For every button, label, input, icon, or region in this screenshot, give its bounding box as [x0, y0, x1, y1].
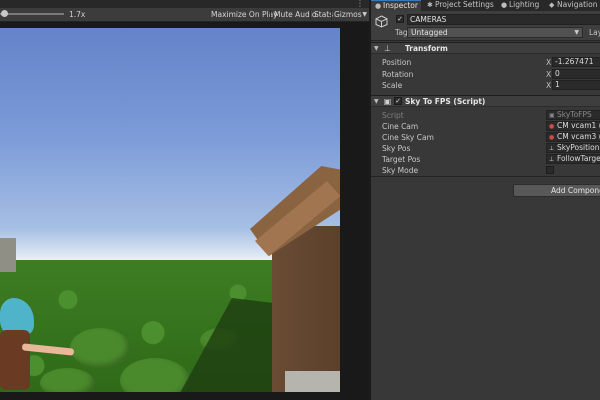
tag-dropdown[interactable]: Untagged ▼ [407, 27, 583, 38]
game-viewport[interactable] [0, 28, 340, 392]
sky-pos-label: Sky Pos [382, 144, 411, 153]
tag-label: Tag [395, 28, 408, 37]
game-view-tab-strip: ⋮ [0, 0, 369, 8]
sky-pos-row: Sky Pos ⊥SkyPosition (Tr [371, 143, 600, 154]
transform-icon: ⊥ [384, 44, 391, 53]
transform-icon: ⊥ [549, 145, 555, 152]
rotation-label: Rotation [382, 70, 414, 79]
hut-wall [272, 226, 340, 392]
cine-cam-field[interactable]: ●CM vcam1 (Cin [546, 121, 600, 131]
transform-header[interactable]: ▼ ⊥ Transform [371, 42, 600, 54]
tag-value: Untagged [411, 28, 448, 37]
cube-icon [375, 15, 388, 28]
layer-label: Layer [589, 28, 600, 37]
sky-mode-checkbox[interactable] [546, 166, 554, 174]
player-character [0, 298, 80, 392]
position-row: Position X -1.267471 [371, 57, 600, 68]
sky-mode-label: Sky Mode [382, 166, 419, 175]
script-reference-field: ▣ SkyToFPS [546, 110, 600, 120]
axis-x-label[interactable]: X [546, 58, 551, 67]
target-pos-label: Target Pos [382, 155, 421, 164]
game-object-header: ✓ CAMERAS Tag Untagged ▼ Layer [371, 11, 600, 41]
character-body [0, 330, 30, 390]
game-view-toolbar: 1.7x Maximize On Play Mute Audio Stats G… [0, 8, 369, 22]
script-component-title: Sky To FPS (Script) [405, 97, 486, 106]
cine-cam-row: Cine Cam ●CM vcam1 (Cin [371, 121, 600, 132]
tab-navigation[interactable]: ◆ Navigation [545, 0, 600, 11]
script-icon: ▣ [383, 97, 392, 106]
scale-value: 1.7x [69, 10, 86, 19]
position-label: Position [382, 58, 412, 67]
script-field-row: Script ▣ SkyToFPS [371, 110, 600, 121]
scale-label: Scale [382, 81, 403, 90]
component-divider [371, 176, 600, 177]
cine-sky-cam-label: Cine Sky Cam [382, 133, 434, 142]
tab-lighting[interactable]: ● Lighting [497, 0, 543, 11]
tab-label: Project Settings [435, 0, 494, 9]
rotation-row: Rotation X 0 [371, 69, 600, 80]
script-file-icon: ▣ [549, 112, 555, 119]
component-enabled-checkbox[interactable]: ✓ [394, 97, 402, 105]
camera-object-icon: ● [549, 134, 555, 141]
object-name-field[interactable]: CAMERAS [407, 14, 600, 25]
sky-pos-field[interactable]: ⊥SkyPosition (Tr [546, 143, 600, 153]
cine-sky-cam-field[interactable]: ●CM vcam3 (Cin [546, 132, 600, 142]
compass-icon: ◆ [549, 1, 555, 9]
scale-slider-knob[interactable] [1, 10, 8, 17]
rotation-x-field[interactable]: 0 [552, 69, 600, 79]
axis-x-label[interactable]: X [546, 81, 551, 90]
inspector-panel: ● Inspector ✱ Project Settings ● Lighting ◆… [370, 0, 600, 400]
scale-row: Scale X 1 [371, 80, 600, 91]
position-x-field[interactable]: -1.267471 [552, 57, 600, 67]
target-pos-value: FollowTarget (Tr [557, 154, 600, 163]
kebab-menu-icon[interactable]: ⋮ [356, 0, 364, 8]
scale-slider[interactable] [0, 13, 64, 15]
tab-project-settings[interactable]: ✱ Project Settings [423, 0, 495, 11]
scale-x-field[interactable]: 1 [552, 80, 600, 90]
fold-arrow-icon[interactable]: ▼ [374, 97, 379, 107]
stone-block [0, 238, 16, 272]
chevron-down-icon[interactable]: ▼ [362, 9, 367, 21]
script-component-header[interactable]: ▼ ▣ ✓ Sky To FPS (Script) [371, 95, 600, 107]
add-component-button[interactable]: Add Component [513, 184, 600, 197]
cine-cam-value: CM vcam1 (Cin [557, 121, 600, 130]
tab-label: Navigation [557, 0, 598, 9]
cine-sky-cam-row: Cine Sky Cam ●CM vcam3 (Cin [371, 132, 600, 143]
tab-label: Lighting [509, 0, 540, 9]
camera-object-icon: ● [549, 123, 555, 130]
info-icon: ● [375, 2, 382, 10]
hut-stone-base [285, 371, 340, 392]
active-checkbox[interactable]: ✓ [396, 15, 404, 23]
sky-pos-value: SkyPosition (Tr [557, 143, 600, 152]
script-reference-value: SkyToFPS [557, 110, 592, 119]
game-view-panel: ⋮ 1.7x Maximize On Play Mute Audio Stats… [0, 0, 369, 400]
script-label: Script [382, 111, 404, 120]
tab-inspector[interactable]: ● Inspector [371, 0, 421, 11]
bulb-icon: ● [501, 1, 508, 9]
target-pos-field[interactable]: ⊥FollowTarget (Tr [546, 154, 600, 164]
target-pos-row: Target Pos ⊥FollowTarget (Tr [371, 154, 600, 165]
cine-sky-cam-value: CM vcam3 (Cin [557, 132, 600, 141]
sky-mode-row: Sky Mode [371, 165, 600, 176]
transform-title: Transform [405, 44, 448, 53]
chevron-down-icon: ▼ [574, 29, 579, 36]
wooden-hut [250, 166, 340, 392]
axis-x-label[interactable]: X [546, 70, 551, 79]
panel-tabs: ● Inspector ✱ Project Settings ● Lighting ◆… [371, 0, 600, 11]
tab-label: Inspector [383, 1, 418, 10]
fold-arrow-icon[interactable]: ▼ [374, 44, 379, 54]
gizmos-dropdown[interactable]: Gizmos [331, 9, 365, 21]
cine-cam-label: Cine Cam [382, 122, 419, 131]
gear-icon: ✱ [427, 1, 433, 9]
transform-icon: ⊥ [549, 156, 555, 163]
